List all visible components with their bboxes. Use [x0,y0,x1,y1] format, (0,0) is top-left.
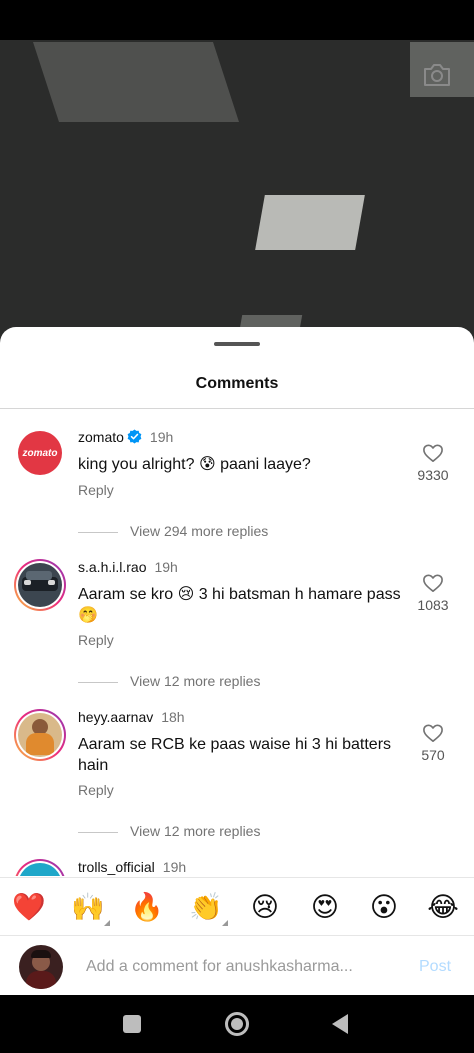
camera-icon[interactable] [422,60,452,90]
comment-text: Aaram se kro 😢 3 hi batsman h hamare pas… [78,586,401,624]
like-control[interactable]: 1083 [408,573,458,613]
reaction-cry[interactable]: 😢 [248,891,282,925]
reaction-heart[interactable]: ❤️ [12,891,46,925]
video-preview[interactable] [0,40,474,340]
ceiling-light-panel [33,42,239,122]
verified-badge-icon [127,429,142,444]
drag-handle[interactable] [214,342,260,346]
comment-header: s.a.h.i.l.rao 19h [78,559,178,575]
comment-username[interactable]: heyy.aarnav [78,709,153,725]
comment-item: s.a.h.i.l.rao 19h Aaram se kro 😢 3 hi bat… [0,539,474,689]
view-more-replies[interactable]: View 12 more replies [78,673,260,689]
home-icon[interactable] [225,1012,249,1036]
skin-tone-indicator-icon [104,920,110,926]
view-more-replies[interactable]: View 12 more replies [78,823,260,839]
post-button[interactable]: Post [419,958,451,976]
divider [78,531,118,533]
comment-time: 18h [161,709,185,725]
comment-username[interactable]: s.a.h.i.l.rao [78,559,146,575]
reaction-bar: ❤️ 🙌 🔥 👏 😢 😍 😮 😂 [0,877,474,935]
reply-button[interactable]: Reply [78,632,114,648]
reaction-laughing[interactable]: 😂 [426,891,460,925]
view-more-replies-label: View 294 more replies [130,523,269,539]
like-count: 570 [421,747,445,763]
comment-header: heyy.aarnav 18h [78,709,185,725]
avatar[interactable] [14,709,66,761]
avatar[interactable] [14,559,66,611]
system-nav-bar [0,995,474,1053]
comment-header: trolls_official 19h [78,859,186,875]
heart-icon[interactable] [422,573,444,593]
view-more-replies-label: View 12 more replies [130,673,261,689]
reaction-fire[interactable]: 🔥 [130,891,164,925]
comment-username[interactable]: trolls_official [78,859,155,875]
comment-item: zomato zomato 19h king you alright? 😰 paa… [0,409,474,559]
comment-username[interactable]: zomato [78,429,124,445]
reply-button[interactable]: Reply [78,482,114,498]
reply-button[interactable]: Reply [78,782,114,798]
divider [78,831,118,833]
reaction-clap[interactable]: 👏 [189,891,223,925]
like-count: 1083 [417,597,449,613]
divider [78,681,118,683]
comment-text: king you alright? 😰 paani laaye? [78,456,311,473]
heart-icon[interactable] [422,723,444,743]
comment-text: Aaram se RCB ke paas waise hi 3 hi batte… [78,736,392,774]
reaction-surprised[interactable]: 😮 [367,891,401,925]
like-control[interactable]: 9330 [408,443,458,483]
avatar[interactable] [14,859,66,876]
like-count: 9330 [417,467,449,483]
comment-item: heyy.aarnav 18h Aaram se RCB ke paas wais… [0,689,474,839]
comment-item: trolls_official 19h [0,839,474,876]
like-control[interactable]: 570 [408,723,458,763]
comment-time: 19h [149,429,174,445]
back-icon[interactable] [332,1014,348,1034]
comment-input[interactable] [86,954,386,980]
reaction-heart-eyes[interactable]: 😍 [308,891,342,925]
avatar[interactable]: zomato [18,431,62,475]
comment-time: 19h [154,559,178,575]
skin-tone-indicator-icon [222,920,228,926]
reaction-raised-hands[interactable]: 🙌 [71,891,105,925]
recents-icon[interactable] [123,1015,141,1033]
heart-icon[interactable] [422,443,444,463]
status-bar [0,0,474,40]
current-user-avatar [19,945,63,989]
view-more-replies-label: View 12 more replies [130,823,261,839]
comments-list[interactable]: zomato zomato 19h king you alright? 😰 paa… [0,409,474,876]
view-more-replies[interactable]: View 294 more replies [78,523,268,539]
comment-header: zomato 19h [78,429,173,445]
ceiling-light-panel [255,195,365,250]
comment-time: 19h [162,859,187,875]
sheet-title: Comments [195,375,279,392]
comment-composer: Post [0,935,474,995]
